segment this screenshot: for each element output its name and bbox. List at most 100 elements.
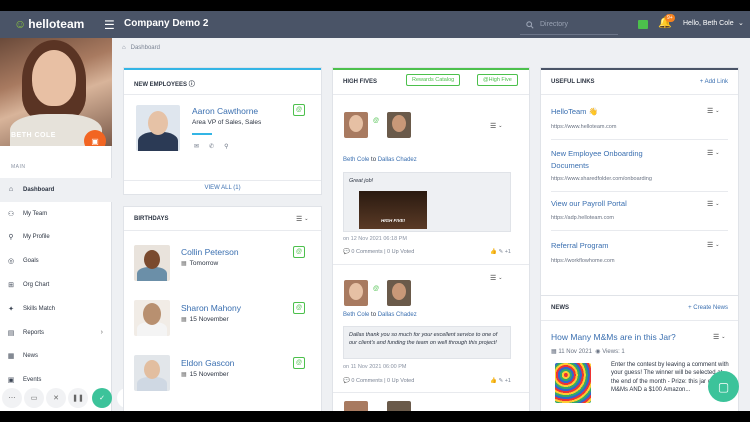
birthday-name[interactable]: Collin Peterson — [181, 247, 239, 257]
post-footer: 💬 0 Comments | 0 Up Voted 👍 ✎ +1 — [343, 378, 511, 384]
home-icon[interactable]: ⌂ — [122, 45, 126, 51]
link-url: https://www.helloteam.com — [551, 124, 617, 130]
view-all-link[interactable]: VIEW ALL (1) — [124, 185, 321, 191]
link-menu-icon[interactable]: ☰ ⌄ — [707, 241, 719, 249]
org-chart-icon: ⊞ — [8, 282, 14, 290]
avatar[interactable] — [134, 245, 170, 281]
post-footer: 💬 0 Comments | 0 Up Voted 👍 ✎ +1 — [343, 249, 511, 255]
high-five-message: Dallas thank you so much for your excell… — [343, 326, 511, 359]
birthdays-title: BIRTHDAYS — [134, 216, 169, 222]
directory-search[interactable]: Directory — [520, 15, 618, 35]
camera-toggle-icon[interactable]: ▭ — [24, 388, 44, 408]
high-five-icon[interactable]: @ — [293, 302, 305, 314]
email-icon[interactable]: ✉ — [194, 143, 199, 150]
avatar[interactable] — [387, 401, 411, 411]
avatar[interactable] — [136, 105, 180, 151]
sidebar-item-dashboard[interactable]: ⌂ Dashboard — [0, 178, 112, 202]
link-title[interactable]: View our Payroll Portal — [551, 198, 627, 210]
link-url: https://workflowhome.com — [551, 258, 615, 264]
birthday-date: ▦ 15 November — [181, 371, 229, 378]
sidebar-item-reports[interactable]: ▤ Reports › — [0, 321, 112, 345]
news-menu-icon[interactable]: ☰ ⌄ — [713, 333, 725, 341]
location-icon[interactable]: ⚲ — [224, 143, 228, 150]
sidebar-item-my-profile[interactable]: ⚲ My Profile — [0, 226, 112, 250]
menu-toggle-icon[interactable]: ☰ — [104, 18, 115, 32]
high-five-participants[interactable]: Beth Cole to Dallas Chadez — [343, 157, 417, 163]
card-menu-icon[interactable]: ☰ ⌄ — [296, 215, 308, 223]
link-title[interactable]: Referral Program — [551, 240, 609, 252]
profile-name: BETH COLE — [11, 132, 56, 139]
useful-links-card: USEFUL LINKS + Add Link HelloTeam 👋 http… — [540, 67, 739, 296]
link-menu-icon[interactable]: ☰ ⌄ — [707, 107, 719, 115]
avatar[interactable] — [344, 112, 368, 138]
info-icon: ⓘ — [188, 82, 195, 88]
company-name: Company Demo 2 — [124, 18, 209, 29]
skills-icon: ✦ — [8, 305, 14, 313]
vote-controls[interactable]: 👍 ✎ +1 — [490, 378, 511, 384]
post-menu-icon[interactable]: ☰ ⌄ — [490, 122, 502, 130]
calendar-icon: ▦ — [181, 317, 187, 323]
rewards-catalog-button[interactable]: Rewards Catalog — [406, 74, 461, 86]
sidebar: BETH COLE ▣ MAIN ⌂ Dashboard ⚇ My Team ⚲… — [0, 38, 112, 411]
useful-links-title: USEFUL LINKS — [551, 79, 595, 85]
chevron-down-icon[interactable]: ⌄ — [738, 19, 744, 27]
close-icon[interactable]: ✕ — [46, 388, 66, 408]
events-icon: ▣ — [7, 377, 15, 385]
birthday-name[interactable]: Sharon Mahony — [181, 303, 241, 313]
home-icon: ⌂ — [8, 186, 14, 194]
sidebar-item-my-team[interactable]: ⚇ My Team — [0, 202, 112, 226]
news-image[interactable] — [555, 363, 591, 403]
high-five-icon[interactable]: @ — [293, 357, 305, 369]
camera-icon[interactable]: ▣ — [84, 130, 106, 146]
avatar[interactable] — [344, 280, 368, 306]
employee-name[interactable]: Aaron Cawthorne — [192, 106, 258, 116]
link-title[interactable]: New Employee Onboarding Documents — [551, 148, 671, 172]
high-five-participants[interactable]: Beth Cole to Dallas Chadez — [343, 312, 417, 318]
profile-photo: BETH COLE ▣ — [0, 38, 112, 146]
high-five-message: Great job! HIGH FIVE! — [343, 172, 511, 232]
vote-controls[interactable]: 👍 ✎ +1 — [490, 249, 511, 255]
search-icon — [526, 20, 534, 29]
avatar[interactable] — [134, 355, 170, 391]
create-news-button[interactable]: + Create News — [688, 305, 728, 311]
comments-link[interactable]: 💬 0 Comments | 0 Up Voted — [343, 249, 414, 255]
high-five-icon[interactable]: @ — [293, 104, 305, 116]
high-five-icon[interactable]: @ — [293, 246, 305, 258]
birthday-name[interactable]: Eldon Gascon — [181, 358, 234, 368]
high-five-icon: @ — [373, 286, 380, 292]
phone-icon[interactable]: ✆ — [209, 143, 214, 150]
sidebar-item-org-chart[interactable]: ⊞ Org Chart — [0, 273, 112, 297]
sidebar-nav: ⌂ Dashboard ⚇ My Team ⚲ My Profile ◎ Goa… — [0, 178, 112, 392]
more-icon[interactable]: ⋯ — [2, 388, 22, 408]
gif-image: HIGH FIVE! — [359, 191, 427, 229]
post-timestamp: on 12 Nov 2021 06:18 PM — [343, 236, 407, 242]
post-menu-icon[interactable]: ☰ ⌄ — [490, 274, 502, 282]
new-employees-title: NEW EMPLOYEES ⓘ — [134, 82, 195, 88]
avatar[interactable] — [387, 112, 411, 138]
high-fives-card: HIGH FIVES Rewards Catalog @ High Five @… — [332, 67, 530, 411]
link-menu-icon[interactable]: ☰ ⌄ — [707, 200, 719, 208]
link-menu-icon[interactable]: ☰ ⌄ — [707, 149, 719, 157]
logo[interactable]: ☺ helloteam — [14, 17, 84, 31]
sidebar-item-news[interactable]: ▦ News — [0, 345, 112, 369]
pause-icon[interactable]: ❚❚ — [68, 388, 88, 408]
add-link-button[interactable]: + Add Link — [700, 79, 728, 85]
avatar[interactable] — [134, 300, 170, 336]
user-greeting[interactable]: Hello, Beth Cole — [683, 20, 734, 27]
sidebar-item-skills-match[interactable]: ✦ Skills Match — [0, 297, 112, 321]
comments-link[interactable]: 💬 0 Comments | 0 Up Voted — [343, 378, 414, 384]
team-icon: ⚇ — [7, 210, 15, 218]
status-indicator-icon[interactable] — [638, 20, 648, 29]
chat-icon[interactable]: ▢ — [708, 371, 739, 402]
check-icon[interactable]: ✓ — [92, 388, 112, 408]
link-url: https://www.sharedfolder.com/onboarding — [551, 176, 652, 182]
news-title: NEWS — [551, 305, 569, 311]
avatar[interactable] — [387, 280, 411, 306]
link-title[interactable]: HelloTeam 👋 — [551, 106, 598, 118]
high-five-button[interactable]: @ High Five — [477, 74, 518, 86]
news-headline[interactable]: How Many M&Ms are in this Jar? — [551, 332, 676, 342]
breadcrumb: ⌂ Dashboard — [122, 45, 160, 51]
avatar[interactable] — [344, 401, 368, 411]
sidebar-item-goals[interactable]: ◎ Goals — [0, 249, 112, 273]
goals-icon: ◎ — [7, 258, 15, 266]
